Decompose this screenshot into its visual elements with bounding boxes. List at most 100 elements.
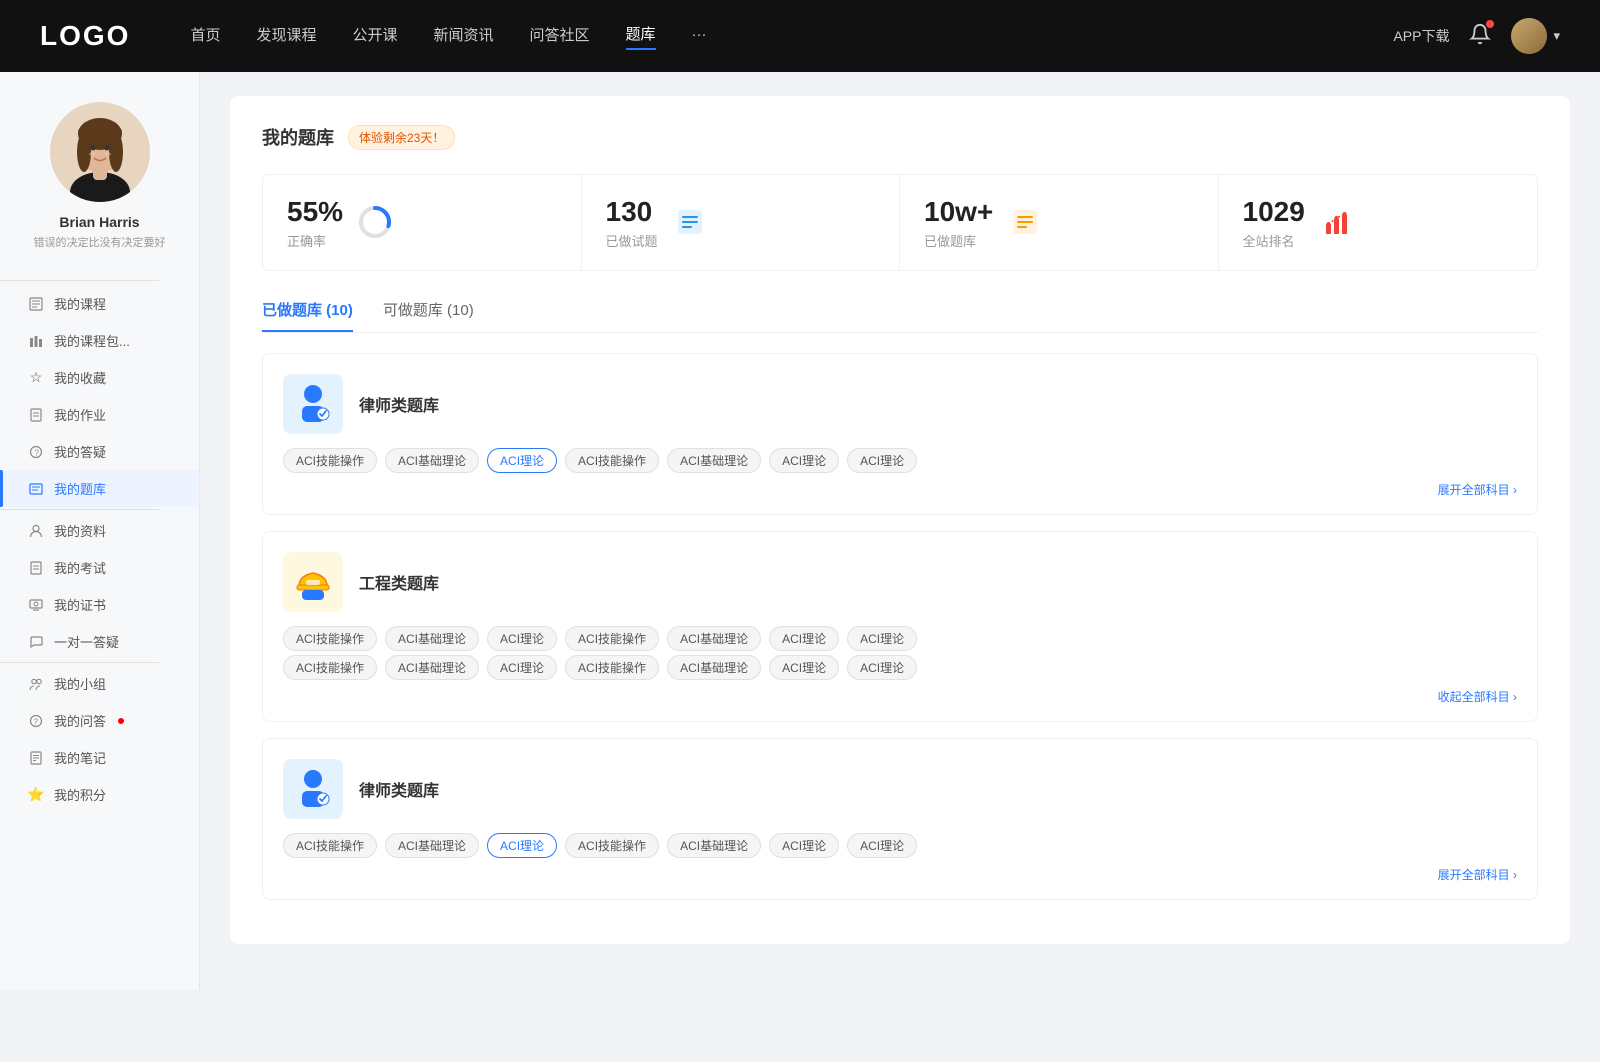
engineer-icon (283, 552, 343, 612)
user-menu-button[interactable]: ▾ (1511, 18, 1560, 54)
bank-card-3: 律师类题库 ACI技能操作 ACI基础理论 ACI理论 ACI技能操作 ACI基… (262, 738, 1538, 900)
profile-label: 我的资料 (54, 521, 106, 540)
tag-1-1[interactable]: ACI技能操作 (283, 448, 377, 473)
page-title: 我的题库 (262, 124, 334, 150)
tag-2-2[interactable]: ACI基础理论 (385, 626, 479, 651)
tag-3-5[interactable]: ACI基础理论 (667, 833, 761, 858)
answer-notification-dot (118, 718, 124, 724)
notes-icon (28, 750, 44, 766)
tag-2-r2-5[interactable]: ACI基础理论 (667, 655, 761, 680)
homework-label: 我的作业 (54, 405, 106, 424)
homework-icon (28, 407, 44, 423)
chat-icon (28, 634, 44, 650)
nav-discover[interactable]: 发现课程 (256, 24, 316, 49)
tag-3-3[interactable]: ACI理论 (487, 833, 557, 858)
tab-available-banks[interactable]: 可做题库 (10) (383, 299, 474, 332)
collapse-bank-2[interactable]: 收起全部科目 › (283, 688, 1517, 705)
bank-tags-3: ACI技能操作 ACI基础理论 ACI理论 ACI技能操作 ACI基础理论 AC… (283, 833, 1517, 858)
chart-red-icon (1319, 204, 1355, 240)
done-banks-label: 已做题库 (924, 231, 993, 250)
tag-2-r2-3[interactable]: ACI理论 (487, 655, 557, 680)
points-label: 我的积分 (54, 785, 106, 804)
tag-2-7[interactable]: ACI理论 (847, 626, 917, 651)
tag-1-2[interactable]: ACI基础理论 (385, 448, 479, 473)
ranking-label: 全站排名 (1243, 231, 1305, 250)
tag-2-r2-6[interactable]: ACI理论 (769, 655, 839, 680)
tag-3-6[interactable]: ACI理论 (769, 833, 839, 858)
sidebar-item-one-on-one[interactable]: 一对一答疑 (0, 623, 199, 660)
sidebar-item-homework[interactable]: 我的作业 (0, 396, 199, 433)
tag-2-3[interactable]: ACI理论 (487, 626, 557, 651)
expand-bank-3[interactable]: 展开全部科目 › (283, 866, 1517, 883)
tag-3-7[interactable]: ACI理论 (847, 833, 917, 858)
navbar-right: APP下载 ▾ (1393, 18, 1560, 54)
tag-2-r2-1[interactable]: ACI技能操作 (283, 655, 377, 680)
sidebar-item-exam[interactable]: 我的考试 (0, 549, 199, 586)
tag-1-5[interactable]: ACI基础理论 (667, 448, 761, 473)
main-layout: Brian Harris 错误的决定比没有决定要好 我的课程 我的课程包... … (0, 72, 1600, 990)
sidebar-item-points[interactable]: ⭐ 我的积分 (0, 776, 199, 813)
tag-2-5[interactable]: ACI基础理论 (667, 626, 761, 651)
list-orange-icon (1007, 204, 1043, 240)
expand-bank-1[interactable]: 展开全部科目 › (283, 481, 1517, 498)
chevron-down-icon: ▾ (1553, 28, 1560, 44)
qa-icon: ? (28, 444, 44, 460)
bank-card-2: 工程类题库 ACI技能操作 ACI基础理论 ACI理论 ACI技能操作 ACI基… (262, 531, 1538, 722)
profile-icon (28, 523, 44, 539)
sidebar-item-course-package[interactable]: 我的课程包... (0, 322, 199, 359)
nav-open-course[interactable]: 公开课 (352, 24, 397, 49)
bank-title-3: 律师类题库 (359, 777, 439, 801)
notification-badge (1486, 20, 1494, 28)
tag-3-4[interactable]: ACI技能操作 (565, 833, 659, 858)
tag-1-7[interactable]: ACI理论 (847, 448, 917, 473)
bank-tags-2-row2: ACI技能操作 ACI基础理论 ACI理论 ACI技能操作 ACI基础理论 AC… (283, 655, 1517, 680)
app-download-button[interactable]: APP下载 (1393, 26, 1449, 46)
sidebar-item-question-bank[interactable]: 我的题库 (0, 470, 199, 507)
sidebar-item-profile[interactable]: 我的资料 (0, 512, 199, 549)
course-package-label: 我的课程包... (54, 331, 130, 350)
nav-question-bank[interactable]: 题库 (626, 23, 656, 50)
tag-2-r2-7[interactable]: ACI理论 (847, 655, 917, 680)
sidebar-item-favorites[interactable]: ☆ 我的收藏 (0, 359, 199, 396)
tab-bar: 已做题库 (10) 可做题库 (10) (262, 299, 1538, 333)
tag-3-2[interactable]: ACI基础理论 (385, 833, 479, 858)
nav-home[interactable]: 首页 (190, 24, 220, 49)
sidebar-item-notes[interactable]: 我的笔记 (0, 739, 199, 776)
tag-3-1[interactable]: ACI技能操作 (283, 833, 377, 858)
lawyer-icon-1 (283, 374, 343, 434)
nav-qa[interactable]: 问答社区 (530, 24, 590, 49)
svg-text:?: ? (34, 717, 39, 726)
tag-1-4[interactable]: ACI技能操作 (565, 448, 659, 473)
user-motto: 错误的决定比没有决定要好 (24, 234, 176, 250)
sidebar-item-certificate[interactable]: 我的证书 (0, 586, 199, 623)
tag-2-r2-4[interactable]: ACI技能操作 (565, 655, 659, 680)
done-questions-number: 130 (606, 195, 658, 229)
stat-ranking: 1029 全站排名 (1219, 175, 1538, 270)
sidebar-item-my-answers[interactable]: ? 我的问答 (0, 702, 199, 739)
favorites-label: 我的收藏 (54, 368, 106, 387)
group-icon (28, 676, 44, 692)
notification-button[interactable] (1469, 23, 1491, 50)
tag-2-1[interactable]: ACI技能操作 (283, 626, 377, 651)
answer-icon: ? (28, 713, 44, 729)
trial-badge: 体验剩余23天！ (348, 125, 455, 150)
question-bank-label: 我的题库 (54, 479, 106, 498)
group-label: 我的小组 (54, 674, 106, 693)
logo[interactable]: LOGO (40, 20, 130, 52)
done-questions-label: 已做试题 (606, 231, 658, 250)
tag-1-3[interactable]: ACI理论 (487, 448, 557, 473)
tab-done-banks[interactable]: 已做题库 (10) (262, 299, 353, 332)
nav-news[interactable]: 新闻资讯 (434, 24, 494, 49)
tag-2-4[interactable]: ACI技能操作 (565, 626, 659, 651)
sidebar-item-my-course[interactable]: 我的课程 (0, 285, 199, 322)
course-package-icon (28, 333, 44, 349)
tag-2-6[interactable]: ACI理论 (769, 626, 839, 651)
sidebar-item-my-qa[interactable]: ? 我的答疑 (0, 433, 199, 470)
bank-tags-2-row1: ACI技能操作 ACI基础理论 ACI理论 ACI技能操作 ACI基础理论 AC… (283, 626, 1517, 651)
stats-row: 55% 正确率 130 已做试题 (262, 174, 1538, 271)
sidebar-item-group[interactable]: 我的小组 (0, 665, 199, 702)
tag-1-6[interactable]: ACI理论 (769, 448, 839, 473)
nav-more[interactable]: ··· (692, 26, 707, 47)
user-name: Brian Harris (59, 214, 139, 230)
tag-2-r2-2[interactable]: ACI基础理论 (385, 655, 479, 680)
